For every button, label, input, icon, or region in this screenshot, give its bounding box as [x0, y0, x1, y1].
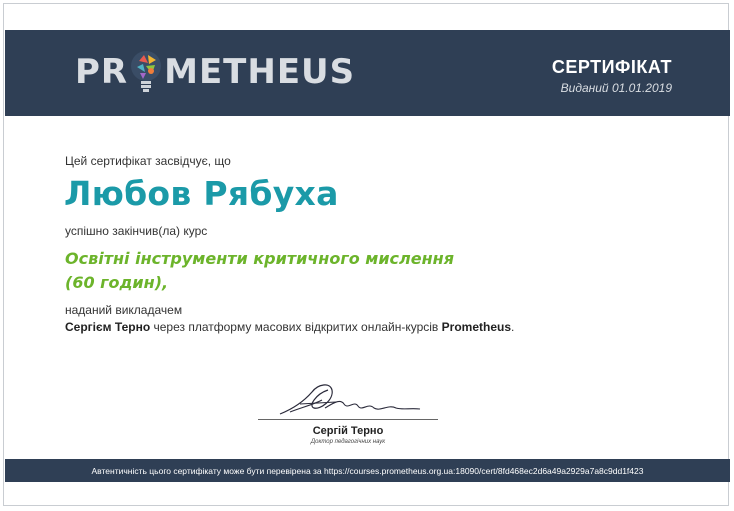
verification-text: Автентичність цього сертифікату може бут…: [91, 465, 644, 476]
given-by-text: наданий викладачем: [65, 303, 183, 317]
instructor-name: Сергієм Терно: [65, 320, 151, 334]
certificate-title: СЕРТИФІКАТ: [551, 57, 672, 77]
course-title-line2: (60 годин),: [65, 273, 169, 292]
certificate-footer: Автентичність цього сертифікату може бут…: [5, 459, 730, 482]
logo-text-left: PR: [75, 52, 129, 92]
signature-line: [258, 419, 438, 420]
platform-end-text: .: [511, 320, 515, 334]
platform-text: Сергієм Терно через платформу масових ві…: [65, 320, 514, 334]
signer-name: Сергій Терно: [312, 425, 384, 437]
signer-role: Доктор педагогічних наук: [310, 439, 386, 445]
logo-text-right: METHEUS: [164, 52, 356, 92]
handwritten-signature: [279, 384, 421, 415]
course-title: Освітні інструменти критичного мислення …: [65, 247, 485, 295]
platform-name: Prometheus: [441, 320, 511, 334]
issue-date: Виданий 01.01.2019: [560, 81, 672, 95]
recipient-name: Любов Рябуха: [64, 174, 339, 213]
lightbulb-icon: [131, 51, 162, 92]
completed-text: успішно закінчив(ла) курс: [65, 224, 208, 238]
prometheus-logo: PR METHEUS: [75, 44, 355, 100]
platform-mid-text: через платформу масових відкритих онлайн…: [150, 320, 442, 334]
certificate-header: PR METHEUS СЕРТИФІКАТ Виданий 01.01.2019: [5, 30, 730, 116]
course-title-line1: Освітні інструменти критичного мислення: [65, 249, 454, 268]
intro-text: Цей сертифікат засвідчує, що: [65, 154, 231, 168]
certificate-page: PR METHEUS СЕРТИФІКАТ Виданий 01.01.2019…: [0, 0, 734, 511]
